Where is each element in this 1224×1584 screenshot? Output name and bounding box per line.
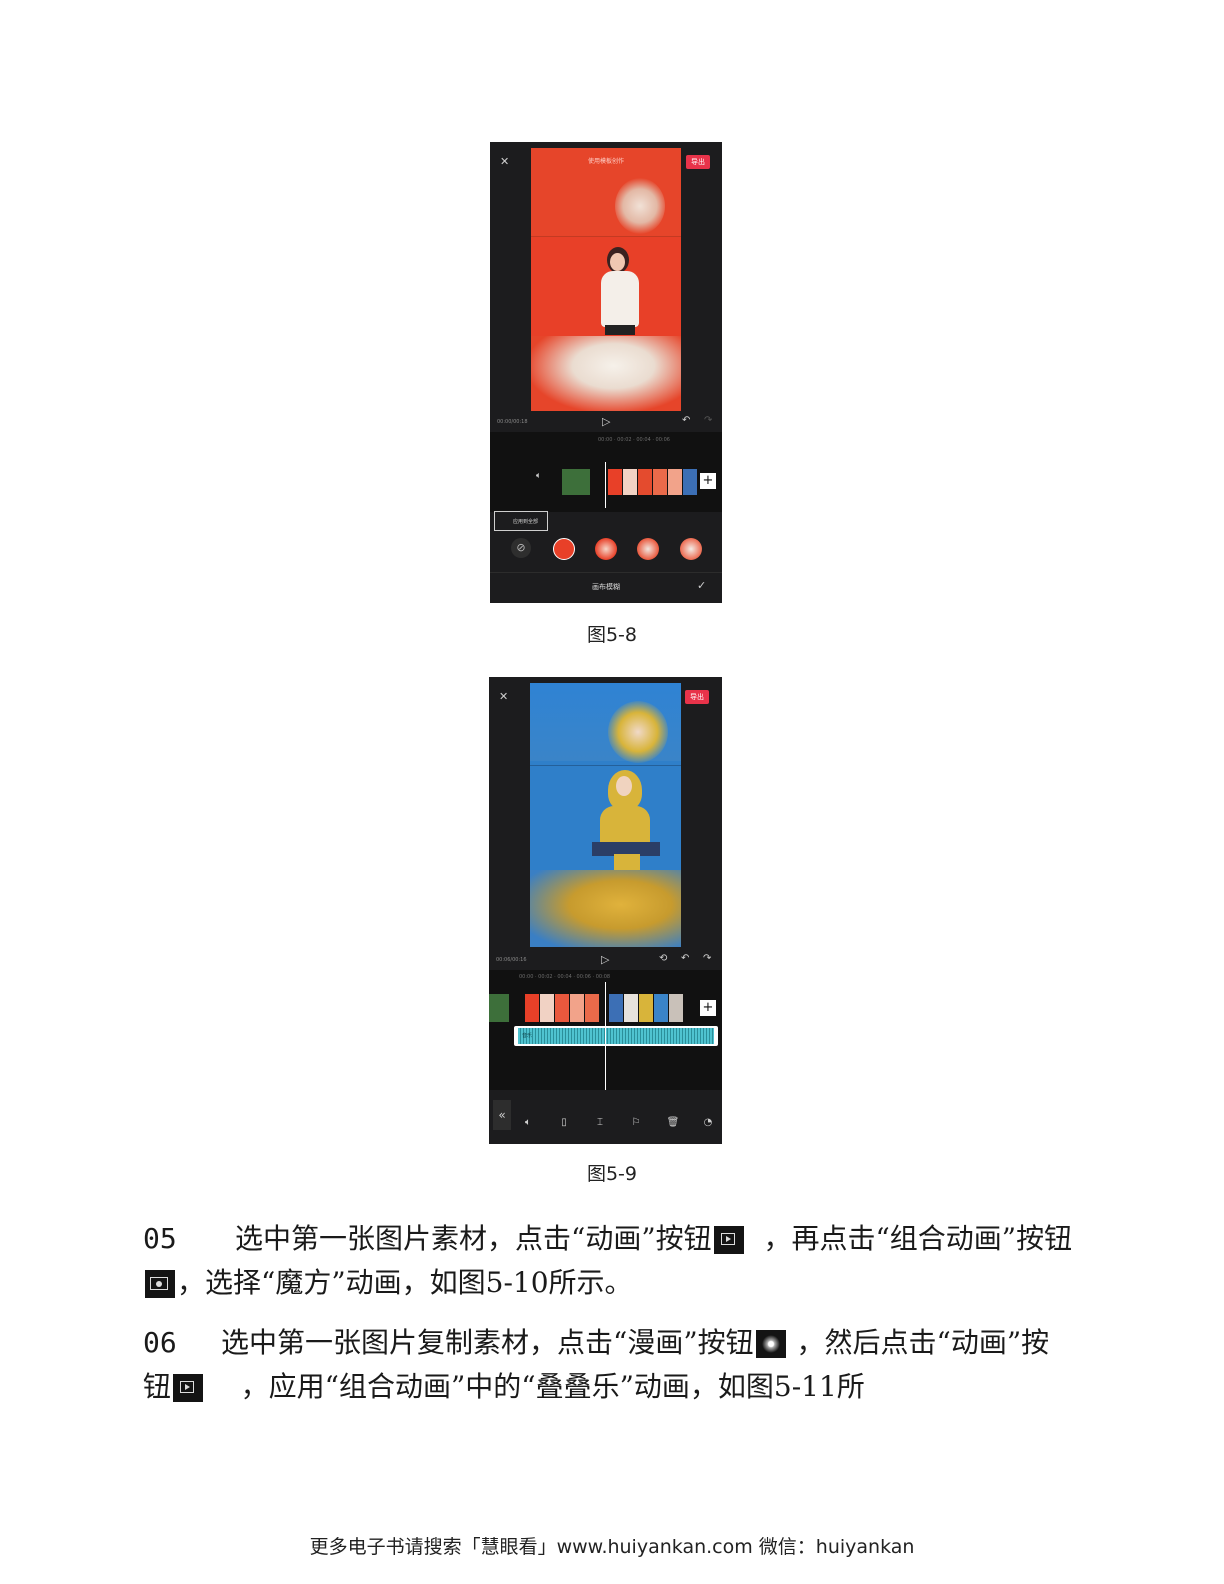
volume-icon[interactable]: 🔈︎ [536,472,541,481]
plus-icon[interactable]: + [700,473,716,489]
delete-tool-icon[interactable]: 🗑︎ [666,1117,680,1128]
main-photo [530,765,681,871]
blur-option-2[interactable] [595,538,617,560]
audio-waveform [518,1028,714,1044]
blurred-figure-bottom [531,336,681,411]
video-preview [530,683,681,947]
panel-title: 画布模糊 [592,583,620,591]
main-photo [531,236,681,337]
trim-tool-icon[interactable]: ⌶ [593,1117,607,1128]
blur-option-1[interactable] [553,538,575,560]
step-text: ，再点击“组合动画”按钮 [763,1222,1073,1255]
cover-thumb[interactable] [489,994,509,1022]
blurred-figure-bottom [530,870,681,947]
bottom-panel: 画布模糊 ✓ [490,572,722,603]
blurred-figure-top [615,178,665,234]
screenshot-fig-5-9: ✕ ⛶ 导出 00:06/00:16 ▷ ⟲ ↶ ↷ 00:00 · 00:02… [489,677,722,1144]
combo-animation-button-icon [145,1270,175,1298]
blur-option-4[interactable] [680,538,702,560]
blurred-figure-top [608,701,668,763]
blur-option-3[interactable] [637,538,659,560]
bottom-toolbar: « 🔈︎ ▯ ⌶ ⚐ 🗑︎ ◔ [489,1090,722,1144]
export-button[interactable]: 导出 [686,155,710,169]
timeline[interactable]: 00:00 · 00:02 · 00:04 · 00:06 · 00:08 + … [489,970,722,1090]
timecode: 00:06/00:16 [496,957,527,963]
step-text: ，应用“组合动画”中的“叠叠乐”动画，如图5-11所 [240,1370,865,1403]
comic-button-icon [755,1330,786,1358]
play-icon[interactable]: ▷ [601,954,609,965]
step-text: 选中第一张图片素材，点击“动画”按钮 [235,1222,712,1255]
figure-caption: 图5-9 [586,1163,638,1185]
back-icon[interactable]: « [493,1100,511,1130]
redo-icon[interactable]: ↷ [703,954,711,964]
apply-all-button[interactable]: 应用到全部 [494,511,548,531]
speed-tool-icon[interactable]: ◔ [701,1117,715,1128]
keyframe-icon[interactable]: ⟲ [659,954,667,964]
audio-label: 音乐 [522,1033,533,1039]
step-06: 06 选中第一张图片复制素材，点击“漫画”按钮 ，然后点击“动画”按钮 ，应用“组… [143,1321,1073,1409]
step-text: 选中第一张图片复制素材，点击“漫画”按钮 [221,1326,754,1359]
crop-tool-icon[interactable]: ▯ [557,1117,571,1128]
audio-track[interactable]: 音乐 [514,1026,718,1046]
top-text: 使用模板创作 [587,158,624,165]
step-05: 05 选中第一张图片素材，点击“动画”按钮 ，再点击“组合动画”按钮 ，选择“魔方”… [143,1217,1073,1305]
timecode: 00:00/00:18 [497,419,528,425]
screenshot-fig-5-8: ✕ ⛶ 导出 使用模板创作 00:00/00:18 ▷ ↶ ↷ 00:00 · … [490,142,722,603]
cover-thumb[interactable] [562,469,590,495]
undo-icon[interactable]: ↶ [682,416,690,426]
close-icon[interactable]: ✕ [499,691,508,702]
flag-tool-icon[interactable]: ⚐ [629,1117,643,1128]
confirm-icon[interactable]: ✓ [697,580,706,591]
undo-icon[interactable]: ↶ [681,954,689,964]
play-icon[interactable]: ▷ [602,416,610,427]
step-number: 06 [143,1326,177,1359]
step-text: ，选择“魔方”动画，如图5-10所示。 [177,1266,633,1299]
plus-icon[interactable]: + [700,1000,716,1016]
no-blur-icon[interactable]: ⊘ [511,538,531,558]
footer: 更多电子书请搜索「慧眼看」www.huiyankan.com 微信：huiyan… [309,1536,915,1558]
animation-button-icon [713,1226,744,1254]
video-preview: 使用模板创作 [531,148,681,411]
timeline[interactable]: 00:00 · 00:02 · 00:04 · 00:06 🔈︎ + [490,432,722,512]
redo-icon[interactable]: ↷ [704,416,712,426]
playhead[interactable] [605,462,606,508]
close-icon[interactable]: ✕ [500,156,509,167]
export-button[interactable]: 导出 [685,690,709,704]
playhead[interactable] [605,982,606,1090]
animation-button-icon [173,1374,204,1402]
step-number: 05 [143,1222,177,1255]
volume-tool-icon[interactable]: 🔈︎ [521,1117,535,1128]
figure-caption: 图5-8 [586,624,638,646]
